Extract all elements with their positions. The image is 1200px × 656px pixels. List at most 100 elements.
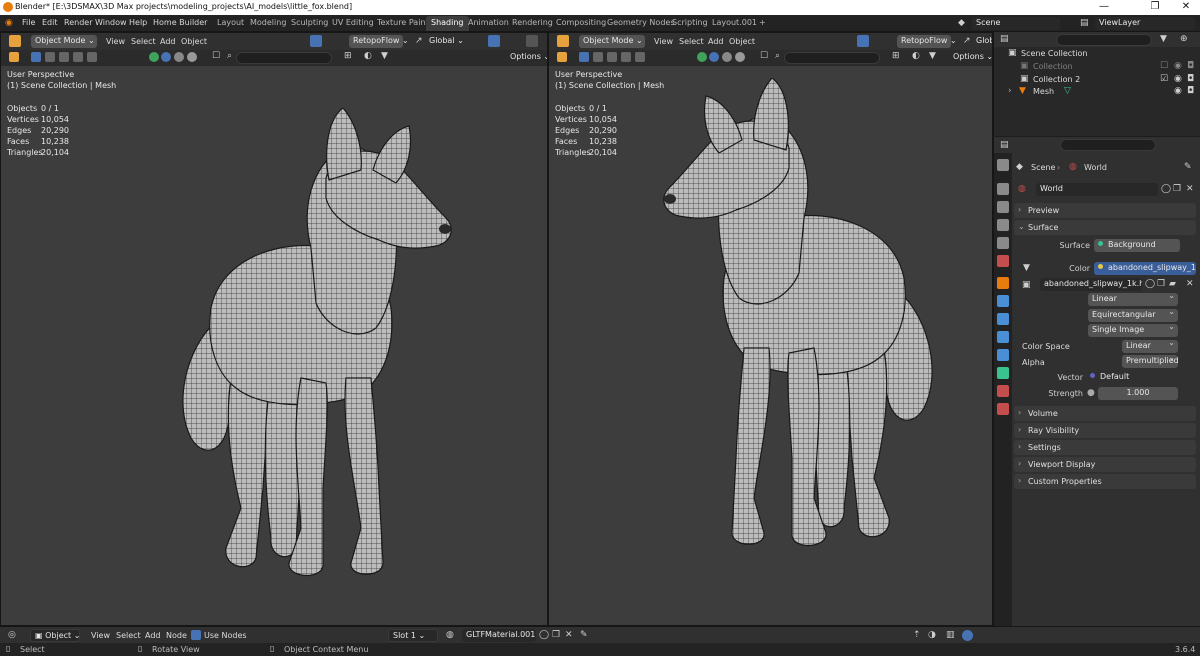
window-title-bar[interactable]: Blender* [E:\3DSMAX\3D Max projects\mode… (0, 0, 1200, 15)
material-shading-icon[interactable] (174, 52, 184, 62)
material-browse-icon[interactable]: ◍ (446, 630, 454, 640)
use-nodes-checkbox[interactable] (191, 630, 201, 640)
tab-scripting[interactable]: Scripting (667, 16, 713, 31)
node-menu-add[interactable]: Add (145, 631, 161, 640)
rendered-shading-icon[interactable] (187, 52, 197, 62)
shader-editor-type-icon[interactable]: ◎ (8, 630, 16, 640)
unlink-icon[interactable]: ✕ (1186, 279, 1194, 289)
tool-tab-icon[interactable] (997, 159, 1009, 171)
options-dropdown[interactable]: Options ⌄ (506, 51, 547, 64)
select-invert-icon[interactable] (621, 52, 631, 62)
object-type-visibility-icon[interactable]: ⊞ (892, 51, 900, 61)
render-tab-icon[interactable] (997, 183, 1009, 195)
viewport-left[interactable]: Object Mode ⌄ View Select Add Object Ret… (0, 32, 548, 626)
menu-render[interactable]: Render (64, 18, 92, 27)
world-datablock-icon[interactable]: ◍ (1018, 184, 1026, 194)
outliner-row-scene-collection[interactable]: ▣ Scene Collection (994, 48, 1200, 60)
options-dropdown[interactable]: Options ⌄ (949, 51, 992, 64)
world-name-field[interactable]: World (1036, 183, 1158, 196)
select-subtract-icon[interactable] (59, 52, 69, 62)
node-menu-view[interactable]: View (91, 631, 110, 640)
menu-home-builder[interactable]: Home Builder (153, 18, 207, 27)
panel-volume[interactable]: › Volume (1014, 406, 1196, 421)
world-tab-icon[interactable] (997, 255, 1009, 267)
panel-viewport-display[interactable]: › Viewport Display (1014, 457, 1196, 472)
selectability-icon[interactable] (557, 52, 567, 62)
retopoflow-dropdown[interactable]: RetopoFlow ⌄ (349, 35, 409, 48)
transform-orientation-dropdown[interactable]: Global ⌄ (425, 35, 465, 48)
viewport-menu-object[interactable]: Object (181, 37, 207, 46)
eye-icon[interactable]: ◉ (1174, 61, 1182, 71)
shader-type-dropdown[interactable]: ▣ Object ⌄ (30, 629, 80, 642)
fake-user-icon[interactable]: ◯ (539, 630, 549, 640)
select-intersect-icon[interactable] (87, 52, 97, 62)
unlink-icon[interactable]: ✕ (1186, 184, 1194, 194)
fox-mesh-right[interactable] (644, 78, 964, 558)
overlay-node-icon[interactable]: ▥ (946, 630, 955, 640)
maximize-button[interactable]: ❐ (1141, 1, 1169, 12)
properties-editor-icon[interactable]: ▤ (1000, 140, 1009, 150)
camera-icon[interactable]: ◘ (1187, 61, 1194, 71)
output-tab-icon[interactable] (997, 201, 1009, 213)
eye-icon[interactable]: ◉ (1174, 74, 1182, 84)
image-name-field[interactable]: abandoned_slipway_1k.hdr (1040, 278, 1142, 291)
node-overlay-toggle-icon[interactable] (962, 630, 973, 641)
exclude-checkbox-icon[interactable]: ☑ (1160, 74, 1168, 84)
outliner-panel[interactable]: ▤ ⌕ ▼ ⊕ ▣ Scene Collection ▣ Collection … (993, 32, 1200, 136)
viewport-menu-view[interactable]: View (106, 37, 125, 46)
scene-icon[interactable]: ◆ (958, 18, 965, 28)
select-invert-icon[interactable] (73, 52, 83, 62)
gizmo-icon[interactable]: ☐ (760, 51, 768, 61)
panel-ray-visibility[interactable]: › Ray Visibility (1014, 423, 1196, 438)
color-expand-icon[interactable]: ▼ (1023, 263, 1030, 273)
menu-window[interactable]: Window (95, 18, 127, 27)
select-extend-icon[interactable] (45, 52, 55, 62)
select-subtract-icon[interactable] (607, 52, 617, 62)
material-shading-icon[interactable] (722, 52, 732, 62)
open-folder-icon[interactable]: ▰ (1169, 279, 1176, 289)
retopoflow-dropdown[interactable]: RetopoFlow ⌄ (897, 35, 957, 48)
menu-edit[interactable]: Edit (42, 18, 58, 27)
select-mode-icon[interactable] (31, 52, 41, 62)
color-space-dropdown[interactable]: Linear (1122, 340, 1178, 353)
outliner-row-mesh[interactable]: › ▼ Mesh ▽ ◉ ◘ (994, 86, 1200, 98)
object-tab-icon[interactable] (997, 277, 1009, 289)
viewport-menu-object[interactable]: Object (729, 37, 755, 46)
material-slot-dropdown[interactable]: Slot 1 ⌄ (388, 629, 438, 642)
view-layer-icon[interactable]: ▤ (1080, 18, 1089, 28)
outliner-editor-icon[interactable]: ▤ (1000, 34, 1009, 44)
particles-tab-icon[interactable] (997, 313, 1009, 325)
visibility-icon[interactable]: ◐ (912, 51, 920, 61)
physics-tab-icon[interactable] (997, 331, 1009, 343)
menu-help[interactable]: Help (129, 18, 147, 27)
select-intersect-icon[interactable] (635, 52, 645, 62)
scene-tab-icon[interactable] (997, 237, 1009, 249)
viewport-search-input[interactable] (784, 52, 880, 64)
material-name-field[interactable]: GLTFMaterial.001 (462, 629, 536, 642)
close-button[interactable]: ✕ (1172, 1, 1200, 12)
viewport-menu-select[interactable]: Select (679, 37, 704, 46)
modifier-tab-icon[interactable] (997, 295, 1009, 307)
fox-mesh-left[interactable] (151, 108, 471, 588)
tab-modeling[interactable]: Modeling (245, 16, 291, 31)
image-datablock-icon[interactable]: ▣ (1022, 280, 1031, 290)
outliner-filter-icon[interactable]: ▼ (1160, 34, 1167, 44)
tab-uv-editing[interactable]: UV Editing (327, 16, 379, 31)
gizmo-icon[interactable]: ☐ (212, 51, 220, 61)
source-dropdown[interactable]: Single Image (1088, 324, 1178, 337)
view-layer-tab-icon[interactable] (997, 219, 1009, 231)
overlay-icon[interactable] (149, 52, 159, 62)
viewport-menu-add[interactable]: Add (160, 37, 176, 46)
properties-search-input[interactable] (1060, 139, 1156, 151)
menu-file[interactable]: File (22, 18, 35, 27)
unlink-icon[interactable]: ✕ (565, 630, 573, 640)
viewport-search-input[interactable] (236, 52, 332, 64)
tab-layout[interactable]: Layout (212, 16, 249, 31)
object-mode-dropdown[interactable]: Object Mode ⌄ (31, 35, 97, 48)
fake-user-icon[interactable]: ◯ (1145, 279, 1155, 289)
interpolation-dropdown[interactable]: Linear (1088, 293, 1178, 306)
object-mode-dropdown[interactable]: Object Mode ⌄ (579, 35, 645, 48)
scene-selector[interactable]: Scene (972, 17, 1060, 30)
material-tab-icon[interactable] (997, 385, 1009, 397)
duplicate-icon[interactable]: ❐ (1173, 184, 1181, 194)
